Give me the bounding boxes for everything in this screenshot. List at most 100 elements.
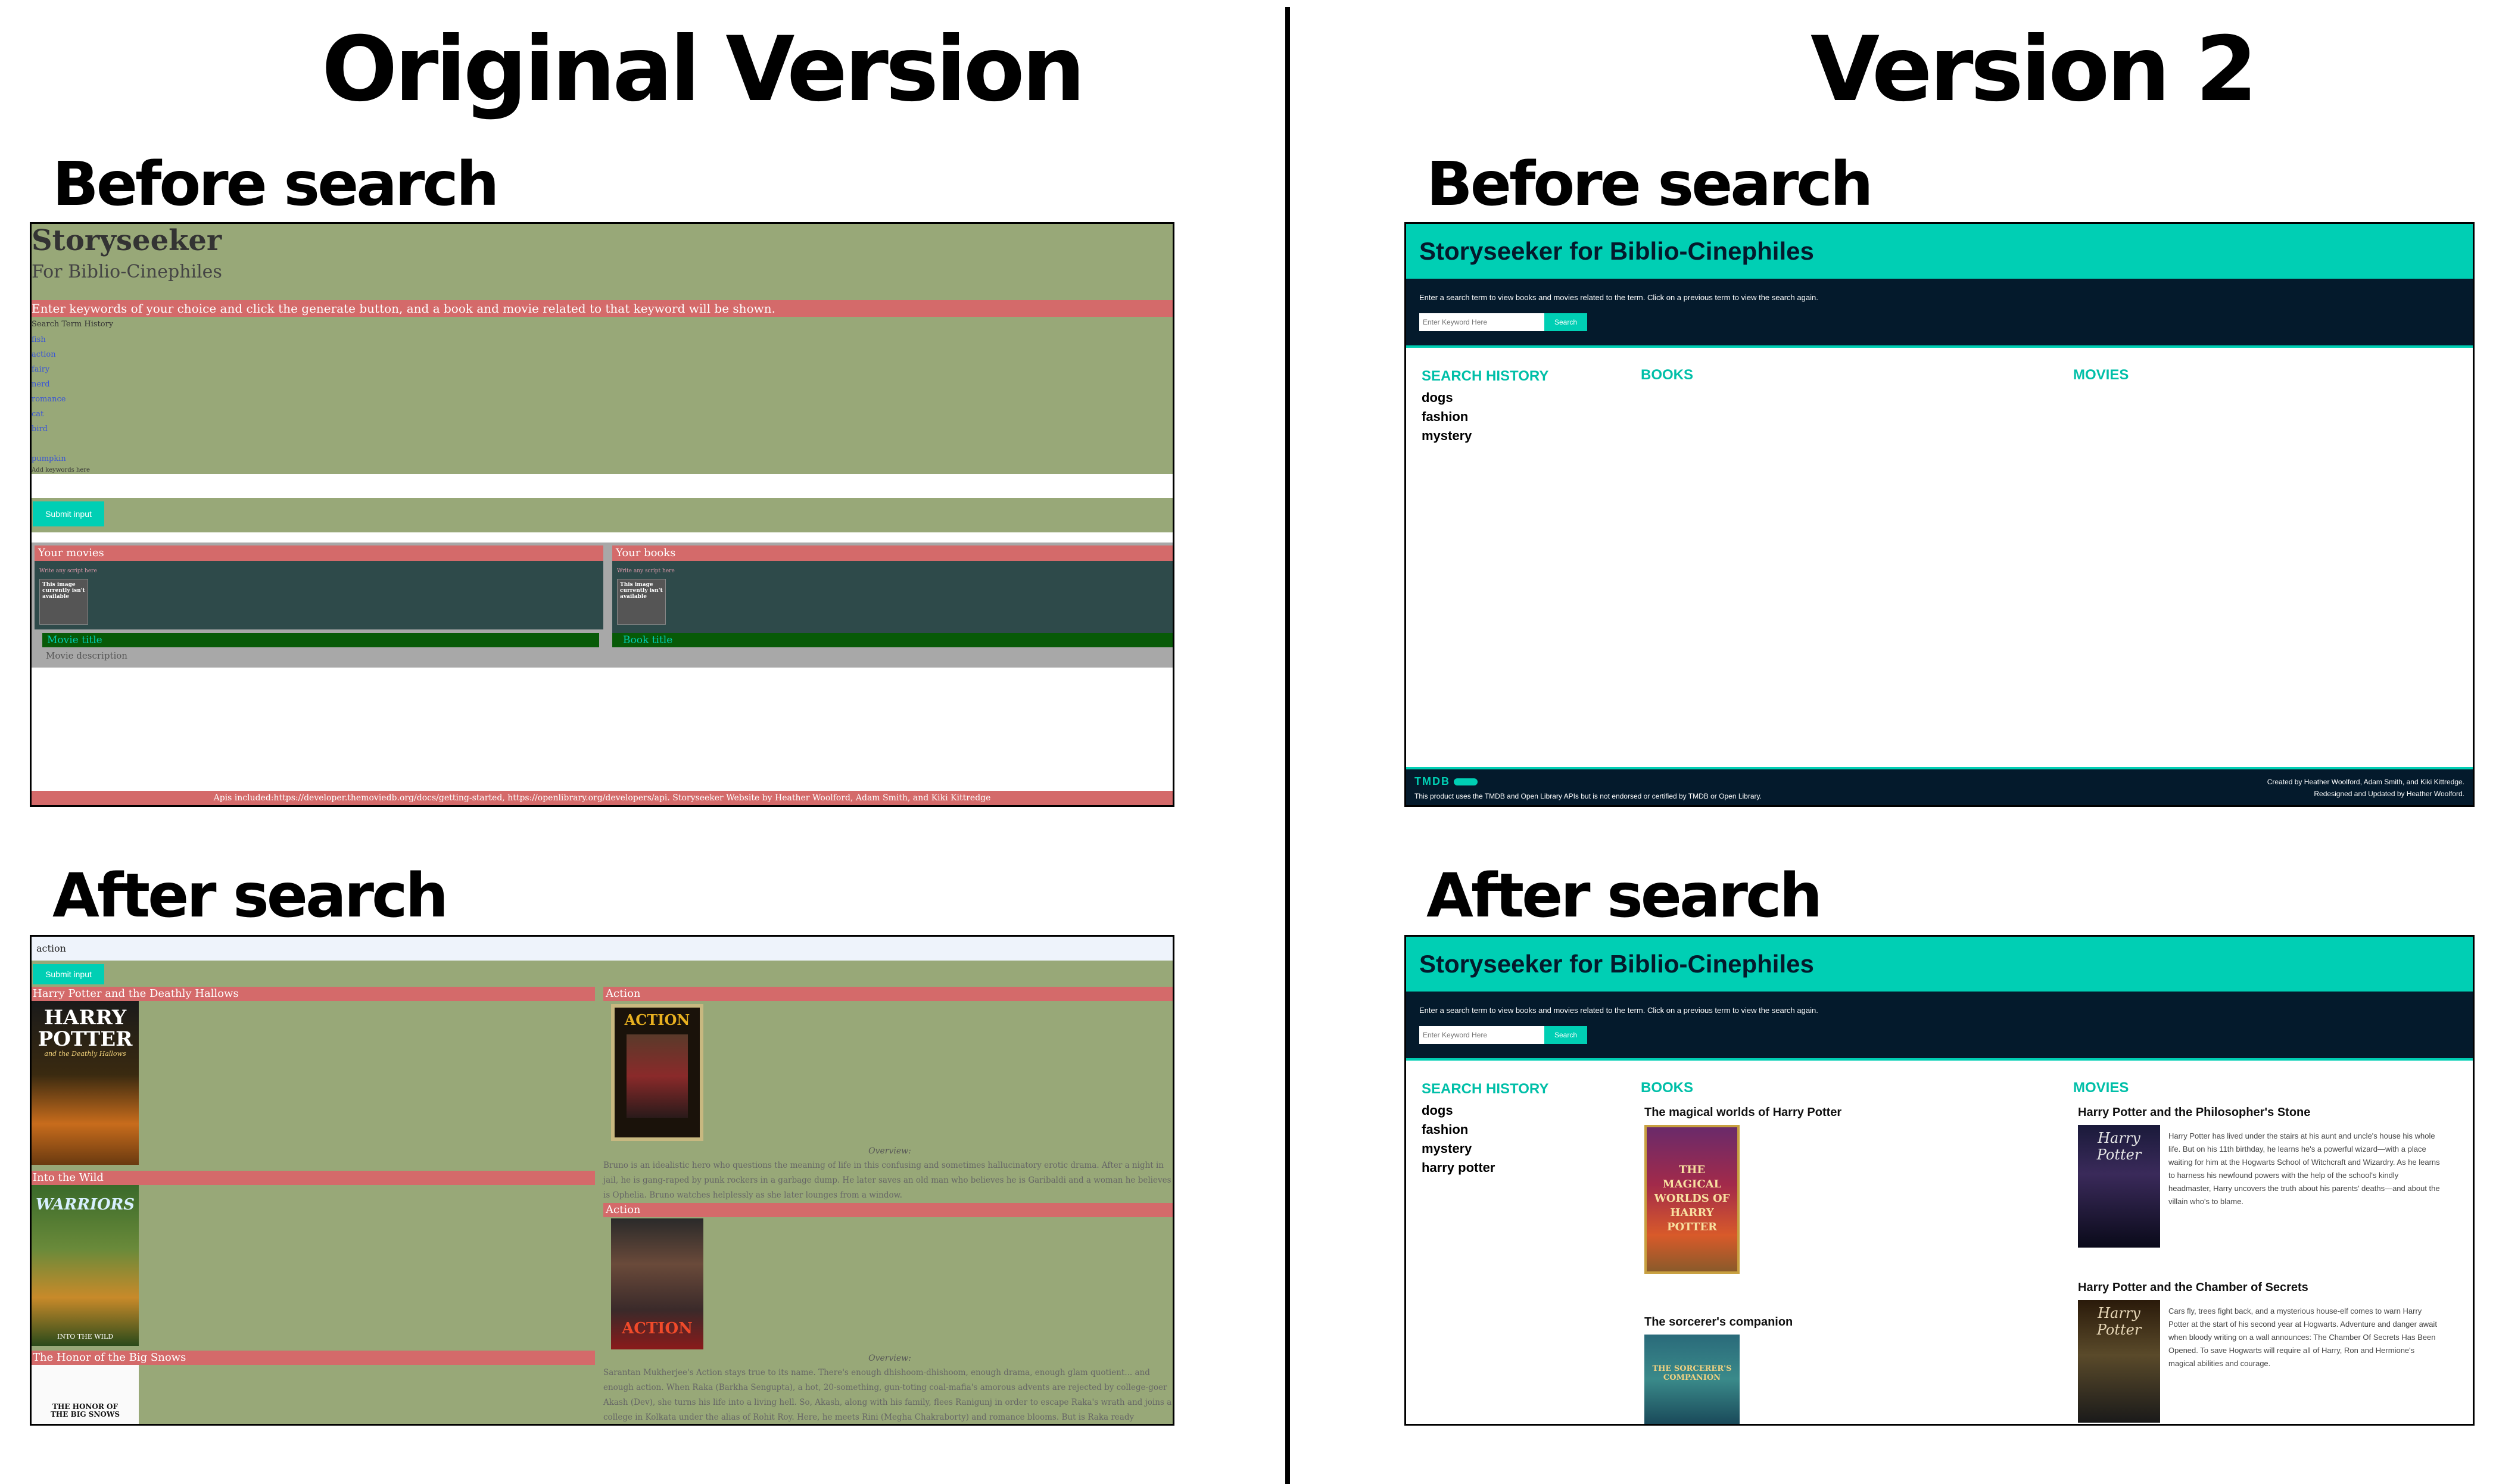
v2-search-input[interactable] <box>1419 313 1544 331</box>
orig-movie-title: Movie title <box>42 633 599 647</box>
orig-history-label: Search Term History <box>32 320 114 329</box>
orig-movie-overview: Bruno is an idealistic hero who question… <box>603 1161 1171 1200</box>
orig-footer: Apis included:https://developer.themovie… <box>32 791 1173 805</box>
orig-before-heading: Before search <box>52 149 499 220</box>
v2-book-title[interactable]: The sorcerer's companion <box>1644 1315 1793 1329</box>
v2-disclaimer: This product uses the TMDB and Open Libr… <box>1414 792 1762 800</box>
v2-header: Storyseeker for Biblio-Cinephiles <box>1406 224 2473 279</box>
v2-movie-title[interactable]: Harry Potter and the Philosopher's Stone <box>2078 1106 2310 1120</box>
v2-divider-line <box>1406 1058 2473 1061</box>
v2-search-button[interactable]: Search <box>1544 313 1587 331</box>
v2-credits-line: Redesigned and Updated by Heather Woolfo… <box>2314 790 2464 798</box>
v2-search-bar: Enter a search term to view books and mo… <box>1406 279 2473 345</box>
movie-poster-art <box>627 1034 688 1118</box>
book-cover-subtext: INTO THE WILD <box>57 1333 114 1340</box>
orig-movie-overview-label: Overview: <box>868 1354 911 1363</box>
book-cover-subtext: and the Deathly Hallows <box>44 1050 126 1058</box>
v2-instructions: Enter a search term to view books and mo… <box>1419 1006 1818 1015</box>
v2-after-screenshot: Storyseeker for Biblio-Cinephiles Enter … <box>1404 935 2475 1426</box>
movie-poster-text: ACTION <box>622 1320 693 1338</box>
book-cover-text: THE HONOR OF THE BIG SNOWS <box>50 1402 120 1418</box>
movie-poster-image: Harry Potter <box>2078 1300 2160 1423</box>
orig-instruction-banner: Enter keywords of your choice and click … <box>32 300 1173 317</box>
v2-site-title: Storyseeker for Biblio-Cinephiles <box>1419 237 1814 265</box>
v2-credits: Created by Heather Woolford, Adam Smith,… <box>2267 778 2464 798</box>
book-cover-text: WARRIORS <box>35 1196 135 1214</box>
orig-movie-title-bar: Action <box>603 987 1173 1001</box>
v2-books-label: BOOKS <box>1641 1080 1694 1096</box>
orig-after-input-value: action <box>36 943 66 954</box>
orig-movie-description: Movie description <box>46 650 127 661</box>
v2-site-title: Storyseeker for Biblio-Cinephiles <box>1419 950 1814 978</box>
orig-books-header: Your books <box>612 545 1173 561</box>
v2-history-item[interactable]: harry potter <box>1422 1158 1495 1177</box>
v2-history-item[interactable]: dogs <box>1422 388 1472 407</box>
v2-movie-overview: Cars fly, trees fight back, and a myster… <box>2168 1307 2437 1368</box>
v2-after-heading: After search <box>1426 861 1822 931</box>
movie-poster-image: ACTION <box>611 1004 703 1141</box>
v2-search-button[interactable]: Search <box>1544 1026 1587 1044</box>
orig-history-item[interactable]: nerd <box>32 377 66 392</box>
v2-history-item[interactable]: fashion <box>1422 407 1472 426</box>
orig-after-screenshot: action Submit input Harry Potter and the… <box>30 935 1174 1426</box>
orig-history-item[interactable]: pumpkin <box>32 451 66 466</box>
orig-after-submit-button[interactable]: Submit input <box>33 964 104 984</box>
orig-history-item[interactable]: fish <box>32 332 66 347</box>
movie-poster-image: Harry Potter <box>2078 1125 2160 1248</box>
orig-book-title: Book title <box>612 633 1173 647</box>
orig-movie-overview-label: Overview: <box>868 1146 911 1156</box>
center-divider <box>1285 7 1290 1484</box>
v2-history-item[interactable]: mystery <box>1422 1139 1495 1158</box>
tmdb-logo-text: TMDB <box>1414 775 1450 787</box>
orig-before-screenshot: Storyseeker For Biblio-Cinephiles Enter … <box>30 222 1174 807</box>
orig-after-input[interactable]: action <box>32 937 1173 961</box>
movie-poster-text: ACTION <box>624 1011 690 1028</box>
orig-history-list: fish action fairy nerd romance cat bird … <box>32 332 66 466</box>
orig-book-image-note: This image currently isn't available <box>620 582 663 600</box>
v2-before-heading: Before search <box>1426 149 1873 220</box>
v2-search-bar: Enter a search term to view books and mo… <box>1406 992 2473 1058</box>
tmdb-logo-pill <box>1454 778 1478 786</box>
v2-header: Storyseeker for Biblio-Cinephiles <box>1406 937 2473 992</box>
v2-divider-line <box>1406 345 2473 348</box>
book-cover-image: THE MAGICAL WORLDS OF HARRY POTTER <box>1644 1125 1740 1274</box>
v2-search-input[interactable] <box>1419 1026 1544 1044</box>
orig-history-item[interactable]: bird <box>32 422 66 437</box>
orig-submit-row <box>32 498 1173 532</box>
book-cover-text: THE SORCERER'S COMPANION <box>1652 1364 1732 1382</box>
orig-after-heading: After search <box>52 861 448 931</box>
v2-history-label: SEARCH HISTORY <box>1422 368 1549 384</box>
orig-keyword-input[interactable] <box>32 474 1173 498</box>
orig-movie-image-note: This image currently isn't available <box>42 582 85 600</box>
book-cover-text: THE MAGICAL WORLDS OF HARRY POTTER <box>1654 1164 1730 1233</box>
orig-history-item[interactable]: action <box>32 347 66 362</box>
tmdb-logo: TMDB <box>1414 775 1478 788</box>
orig-subtitle: For Biblio-Cinephiles <box>32 261 222 282</box>
v2-book-title[interactable]: The magical worlds of Harry Potter <box>1644 1106 1841 1120</box>
v2-history-item[interactable]: fashion <box>1422 1120 1495 1139</box>
movie-poster-text: Harry Potter <box>2096 1305 2142 1338</box>
v2-movies-label: MOVIES <box>2073 367 2129 383</box>
orig-book-title-bar: The Honor of the Big Snows <box>32 1351 595 1365</box>
orig-history-item <box>32 437 66 451</box>
orig-history-item[interactable]: cat <box>32 407 66 422</box>
v2-credits-line: Created by Heather Woolford, Adam Smith,… <box>2267 778 2464 786</box>
v2-history-list: dogs fashion mystery harry potter <box>1422 1101 1495 1177</box>
v2-history-item[interactable]: dogs <box>1422 1101 1495 1120</box>
movie-poster-image: ACTION <box>611 1218 703 1349</box>
v2-movie-title[interactable]: Harry Potter and the Chamber of Secrets <box>2078 1281 2308 1295</box>
movie-poster-text: Harry Potter <box>2096 1130 2142 1163</box>
orig-book-placeholder: Write any script here <box>617 568 675 574</box>
book-cover-image: WARRIORS INTO THE WILD <box>32 1185 139 1346</box>
v2-history-item[interactable]: mystery <box>1422 426 1472 445</box>
orig-submit-button[interactable]: Submit input <box>33 501 104 526</box>
book-cover-text: HARRY POTTER <box>38 1006 133 1051</box>
orig-movies-header: Your movies <box>35 545 603 561</box>
v2-books-label: BOOKS <box>1641 367 1694 383</box>
orig-history-item[interactable]: fairy <box>32 362 66 377</box>
v2-history-label: SEARCH HISTORY <box>1422 1081 1549 1097</box>
orig-book-image: This image currently isn't available <box>617 579 666 625</box>
v2-footer: TMDB This product uses the TMDB and Open… <box>1406 767 2473 805</box>
orig-history-item[interactable]: romance <box>32 392 66 407</box>
v2-before-screenshot: Storyseeker for Biblio-Cinephiles Enter … <box>1404 222 2475 807</box>
